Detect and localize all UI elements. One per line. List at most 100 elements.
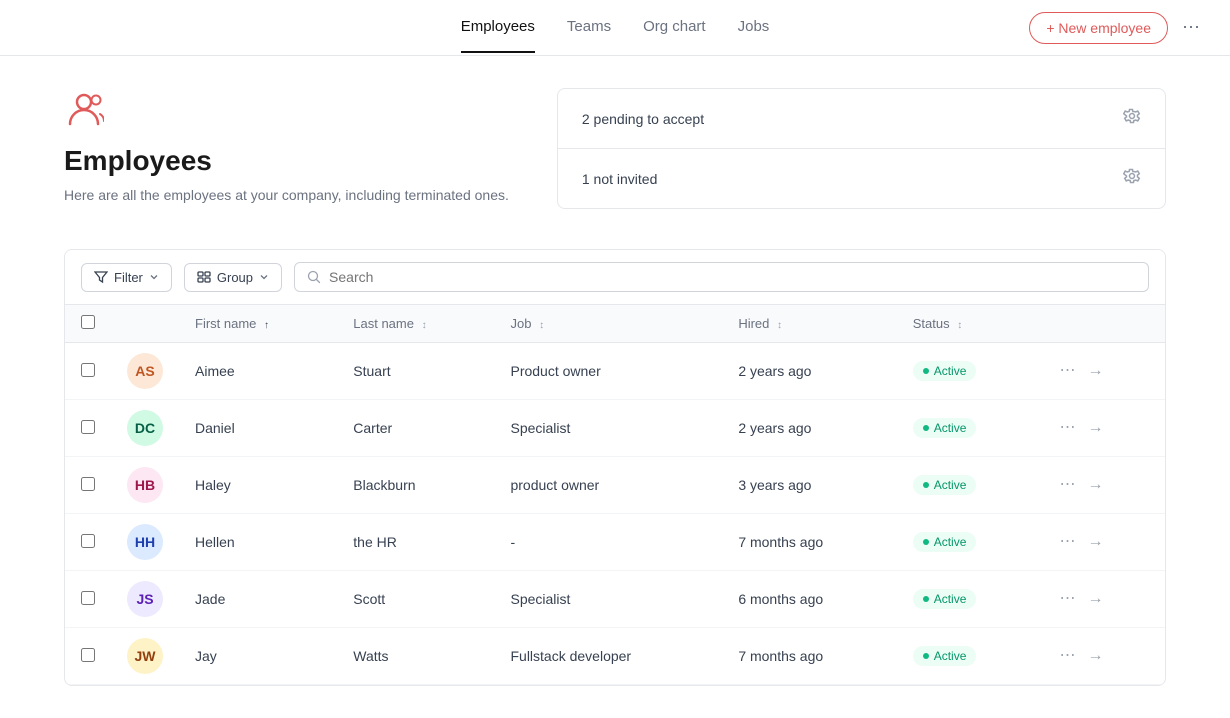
- row-more-button-2[interactable]: ⋯: [1056, 473, 1080, 497]
- search-icon: [307, 270, 321, 284]
- status-badge: Active: [913, 532, 977, 552]
- nav-right: + New employee ⋯: [1029, 12, 1206, 44]
- row-status-cell: Active: [897, 457, 1040, 514]
- row-actions: ⋯ →: [1056, 587, 1149, 611]
- row-more-button-5[interactable]: ⋯: [1056, 644, 1080, 668]
- status-header[interactable]: Status ↕: [897, 305, 1040, 343]
- row-actions: ⋯ →: [1056, 416, 1149, 440]
- row-open-button-3[interactable]: →: [1084, 530, 1108, 554]
- row-checkbox-0[interactable]: [81, 363, 95, 377]
- row-actions: ⋯ →: [1056, 473, 1149, 497]
- page-description: Here are all the employees at your compa…: [64, 185, 509, 206]
- row-checkbox-cell: [65, 571, 111, 628]
- filter-button[interactable]: Filter: [81, 263, 172, 292]
- stat-pending-settings[interactable]: [1123, 107, 1141, 130]
- status-badge: Active: [913, 646, 977, 666]
- row-actions-cell: ⋯ →: [1040, 343, 1165, 400]
- first-name-header[interactable]: First name ↑: [179, 305, 337, 343]
- nav-employees[interactable]: Employees: [461, 2, 535, 53]
- employees-table-section: Filter Group: [64, 249, 1166, 686]
- row-checkbox-cell: [65, 457, 111, 514]
- row-avatar-cell: HB: [111, 457, 179, 514]
- new-employee-button[interactable]: + New employee: [1029, 12, 1168, 44]
- table-toolbar: Filter Group: [65, 250, 1165, 305]
- group-chevron-icon: [259, 272, 269, 282]
- row-job-cell: Fullstack developer: [494, 628, 722, 685]
- status-sort-icon: ↕: [957, 320, 962, 331]
- avatar: HB: [127, 467, 163, 503]
- table-header-row: First name ↑ Last name ↕ Job ↕ Hired ↕: [65, 305, 1165, 343]
- row-avatar-cell: AS: [111, 343, 179, 400]
- search-input[interactable]: [329, 269, 1136, 285]
- row-firstname-cell: Aimee: [179, 343, 337, 400]
- row-open-button-0[interactable]: →: [1084, 359, 1108, 383]
- first-name-sort-icon: ↑: [264, 320, 269, 331]
- row-checkbox-cell: [65, 400, 111, 457]
- status-dot: [923, 368, 929, 374]
- avatar-col-header: [111, 305, 179, 343]
- row-open-button-1[interactable]: →: [1084, 416, 1108, 440]
- avatar: JW: [127, 638, 163, 674]
- hired-header[interactable]: Hired ↕: [722, 305, 896, 343]
- stats-cards: 2 pending to accept 1 not invited: [557, 88, 1166, 209]
- row-open-button-4[interactable]: →: [1084, 587, 1108, 611]
- row-actions: ⋯ →: [1056, 644, 1149, 668]
- page-title: Employees: [64, 145, 509, 177]
- stat-not-invited-text: 1 not invited: [582, 171, 658, 187]
- employees-icon: [64, 88, 509, 137]
- row-checkbox-4[interactable]: [81, 591, 95, 605]
- row-job-cell: product owner: [494, 457, 722, 514]
- status-dot: [923, 653, 929, 659]
- row-checkbox-3[interactable]: [81, 534, 95, 548]
- row-hired-cell: 2 years ago: [722, 400, 896, 457]
- select-all-checkbox[interactable]: [81, 315, 95, 329]
- last-name-header[interactable]: Last name ↕: [337, 305, 494, 343]
- row-lastname-cell: Stuart: [337, 343, 494, 400]
- row-firstname-cell: Jay: [179, 628, 337, 685]
- stat-not-invited: 1 not invited: [558, 149, 1165, 208]
- main-content: Employees Here are all the employees at …: [0, 56, 1230, 718]
- table-row: JS Jade Scott Specialist 6 months ago Ac…: [65, 571, 1165, 628]
- row-more-button-1[interactable]: ⋯: [1056, 416, 1080, 440]
- row-firstname-cell: Hellen: [179, 514, 337, 571]
- actions-col-header: [1040, 305, 1165, 343]
- status-dot: [923, 482, 929, 488]
- employees-table: First name ↑ Last name ↕ Job ↕ Hired ↕: [65, 305, 1165, 685]
- job-header[interactable]: Job ↕: [494, 305, 722, 343]
- table-row: DC Daniel Carter Specialist 2 years ago …: [65, 400, 1165, 457]
- more-options-button[interactable]: ⋯: [1176, 13, 1206, 42]
- stat-pending: 2 pending to accept: [558, 89, 1165, 149]
- row-more-button-0[interactable]: ⋯: [1056, 359, 1080, 383]
- avatar: AS: [127, 353, 163, 389]
- row-lastname-cell: the HR: [337, 514, 494, 571]
- row-checkbox-cell: [65, 628, 111, 685]
- nav-jobs[interactable]: Jobs: [738, 2, 770, 53]
- search-wrapper: [294, 262, 1149, 292]
- group-button[interactable]: Group: [184, 263, 282, 292]
- status-badge: Active: [913, 361, 977, 381]
- nav-org-chart[interactable]: Org chart: [643, 2, 706, 53]
- status-dot: [923, 539, 929, 545]
- row-more-button-4[interactable]: ⋯: [1056, 587, 1080, 611]
- page-header: Employees Here are all the employees at …: [64, 88, 1166, 209]
- row-open-button-5[interactable]: →: [1084, 644, 1108, 668]
- row-actions-cell: ⋯ →: [1040, 514, 1165, 571]
- row-status-cell: Active: [897, 571, 1040, 628]
- nav-teams[interactable]: Teams: [567, 2, 611, 53]
- row-open-button-2[interactable]: →: [1084, 473, 1108, 497]
- row-checkbox-1[interactable]: [81, 420, 95, 434]
- hired-sort-icon: ↕: [777, 320, 782, 331]
- row-checkbox-cell: [65, 514, 111, 571]
- row-checkbox-5[interactable]: [81, 648, 95, 662]
- avatar: JS: [127, 581, 163, 617]
- status-badge: Active: [913, 418, 977, 438]
- row-more-button-3[interactable]: ⋯: [1056, 530, 1080, 554]
- row-actions-cell: ⋯ →: [1040, 457, 1165, 514]
- stat-not-invited-settings[interactable]: [1123, 167, 1141, 190]
- status-dot: [923, 425, 929, 431]
- row-status-cell: Active: [897, 514, 1040, 571]
- group-label: Group: [217, 270, 253, 285]
- row-actions: ⋯ →: [1056, 530, 1149, 554]
- row-checkbox-2[interactable]: [81, 477, 95, 491]
- status-badge: Active: [913, 589, 977, 609]
